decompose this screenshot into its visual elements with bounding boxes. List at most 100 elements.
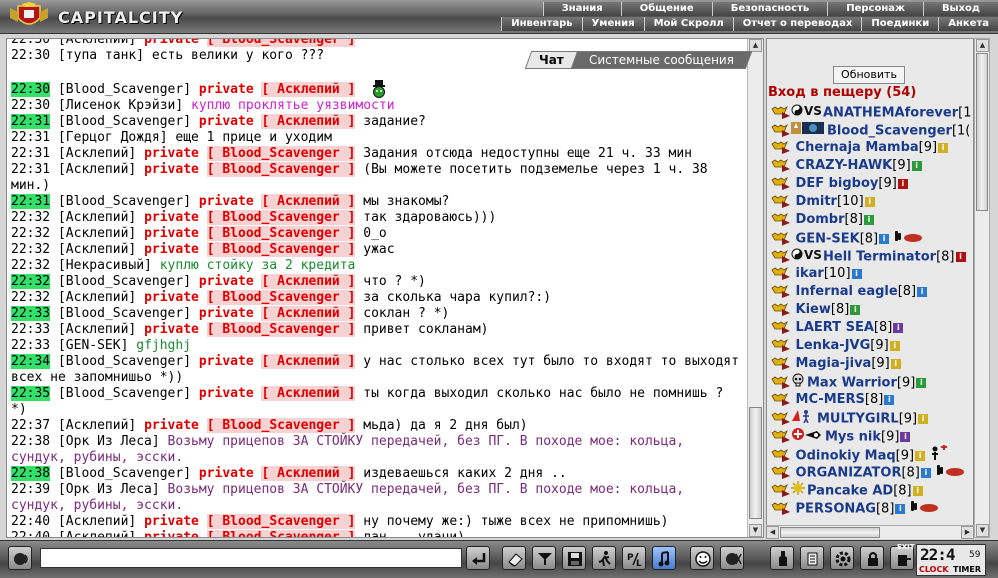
message-nick[interactable]: [Асклепий] — [58, 290, 136, 305]
user-info-icon[interactable]: i — [893, 322, 904, 333]
private-target[interactable]: [ Blood_Scavenger ] — [206, 322, 356, 337]
clear-chat-button[interactable] — [502, 546, 526, 570]
clock-widget[interactable]: 22:4 59 CLOCK TIMER — [916, 544, 986, 576]
menu-character[interactable]: Персонаж — [827, 2, 923, 16]
chat-scroll-down-icon[interactable]: ▼ — [749, 524, 762, 537]
user-row[interactable]: MULTYGIRL[9] i — [771, 409, 973, 427]
private-tag[interactable]: private [ Blood_Scavenger ] — [144, 242, 356, 257]
user-name[interactable]: Max Warrior — [807, 376, 897, 391]
user-list-hscrollbar[interactable]: ◀ ▶ — [766, 525, 974, 539]
user-row[interactable]: Mys nik[9] i — [771, 427, 973, 445]
menu-security[interactable]: Безопасность — [711, 2, 828, 16]
user-hscroll-thumb[interactable] — [780, 527, 880, 538]
private-target[interactable]: [ Blood_Scavenger ] — [206, 418, 356, 433]
sound-button[interactable] — [652, 546, 676, 570]
private-message-icon[interactable] — [771, 448, 791, 463]
private-message-icon[interactable] — [771, 302, 791, 317]
user-row[interactable]: Lenka-JVG[9] i — [771, 337, 973, 355]
user-row[interactable]: VS Hell Terminator[8] i — [771, 247, 973, 265]
smiles-button[interactable] — [690, 546, 714, 570]
private-target[interactable]: [ Blood_Scavenger ] — [206, 210, 356, 225]
message-nick[interactable]: [Асклепий] — [58, 162, 136, 177]
user-name[interactable]: Odinokiy Maq — [796, 449, 896, 464]
user-scroll-up-icon[interactable]: ▲ — [976, 39, 989, 52]
menu-profile[interactable]: Анкета — [938, 17, 998, 31]
message-nick[interactable]: [Blood_Scavenger] — [58, 386, 191, 401]
private-tag[interactable]: private [ Blood_Scavenger ] — [144, 418, 356, 433]
user-row[interactable]: DEF bigboy[9] i — [771, 175, 973, 193]
user-row[interactable]: CRAZY-HAWK[9] i — [771, 157, 973, 175]
refresh-button[interactable]: Обновить — [833, 66, 905, 84]
user-info-icon[interactable]: i — [863, 214, 874, 225]
user-name[interactable]: Kiew — [796, 302, 831, 317]
timer-label[interactable]: TIMER — [953, 565, 981, 574]
user-info-icon[interactable]: i — [915, 451, 926, 461]
private-message-icon[interactable] — [771, 123, 791, 138]
user-name[interactable]: Infernal eagle — [796, 284, 898, 299]
speaker-off-button[interactable] — [720, 546, 744, 570]
user-name[interactable]: GEN-SEK — [796, 232, 860, 247]
private-tag[interactable]: private [ Асклепий ] — [199, 306, 356, 321]
message-nick[interactable]: [Асклепий] — [58, 39, 136, 47]
user-name[interactable]: Dmitr — [796, 194, 837, 209]
user-info-icon[interactable]: i — [920, 468, 931, 478]
private-tag[interactable]: private [ Blood_Scavenger ] — [144, 530, 356, 537]
user-info-icon[interactable]: i — [864, 196, 875, 207]
private-message-icon[interactable] — [771, 266, 791, 281]
private-tag[interactable]: private [ Blood_Scavenger ] — [144, 290, 356, 305]
private-message-icon[interactable] — [771, 158, 791, 173]
user-name[interactable]: ORGANIZATOR — [796, 466, 902, 481]
private-message-icon[interactable] — [771, 176, 791, 191]
message-nick[interactable]: [Blood_Scavenger] — [58, 82, 191, 97]
message-nick[interactable]: [Blood_Scavenger] — [58, 354, 191, 369]
private-message-icon[interactable] — [771, 465, 791, 480]
message-nick[interactable]: [GEN-SEK] — [58, 338, 128, 353]
menu-knowledge[interactable]: Знания — [542, 2, 621, 16]
user-name[interactable]: Mys nik — [825, 430, 881, 445]
menu-my-scroll[interactable]: Мой Скролл — [643, 17, 733, 31]
private-target[interactable]: [ Blood_Scavenger ] — [206, 39, 356, 47]
menu-skills[interactable]: Умения — [581, 17, 644, 31]
user-scroll-left-icon[interactable]: ◀ — [766, 526, 779, 539]
user-info-icon[interactable]: i — [917, 286, 928, 297]
user-info-icon[interactable]: i — [851, 268, 862, 279]
user-info-icon[interactable]: i — [916, 378, 927, 388]
user-info-icon[interactable]: i — [911, 160, 922, 171]
private-target[interactable]: [ Асклепий ] — [261, 354, 356, 369]
tab-system-messages[interactable]: Системные сообщения — [570, 51, 753, 69]
private-target[interactable]: [ Blood_Scavenger ] — [206, 162, 356, 177]
private-target[interactable]: [ Асклепий ] — [261, 274, 356, 289]
private-message-icon[interactable] — [771, 105, 791, 120]
user-row[interactable]: VS ANATHEMAforever[1 — [771, 103, 973, 121]
user-row[interactable]: Infernal eagle[8] i — [771, 283, 973, 301]
message-nick[interactable]: [Асклепий] — [58, 210, 136, 225]
private-target[interactable]: [ Blood_Scavenger ] — [206, 290, 356, 305]
message-nick[interactable]: [Некрасивый] — [58, 258, 152, 273]
private-tag[interactable]: private [ Blood_Scavenger ] — [144, 226, 356, 241]
private-message-icon[interactable] — [771, 249, 791, 264]
send-button[interactable] — [466, 546, 490, 570]
private-message-icon[interactable] — [771, 320, 791, 335]
filter-button[interactable] — [532, 546, 556, 570]
user-info-icon[interactable]: i — [889, 340, 900, 351]
private-target[interactable]: [ Blood_Scavenger ] — [206, 146, 356, 161]
private-target[interactable]: [ Blood_Scavenger ] — [206, 226, 356, 241]
user-name[interactable]: LAERT SEA — [796, 320, 874, 335]
private-tag[interactable]: private [ Асклепий ] — [199, 354, 356, 369]
message-nick[interactable]: [Асклепий] — [58, 146, 136, 161]
chat-scroll-thumb[interactable] — [749, 407, 762, 519]
user-info-icon[interactable]: i — [895, 504, 906, 514]
message-nick[interactable]: [Асклепий] — [58, 322, 136, 337]
private-target[interactable]: [ Асклепий ] — [261, 82, 356, 97]
message-nick[interactable]: [Blood_Scavenger] — [58, 114, 191, 129]
private-tag[interactable]: private [ Blood_Scavenger ] — [144, 514, 356, 529]
message-nick[interactable]: [Асклепий] — [58, 242, 136, 257]
message-nick[interactable]: [тупа танк] — [58, 48, 144, 63]
private-tag[interactable]: private [ Blood_Scavenger ] — [144, 39, 356, 47]
menu-exit[interactable]: Выход — [922, 2, 998, 16]
user-scroll-right-icon[interactable]: ▶ — [961, 526, 974, 539]
translit-button[interactable]: РL — [622, 546, 646, 570]
message-nick[interactable]: [Blood_Scavenger] — [58, 466, 191, 481]
user-info-icon[interactable]: i — [900, 432, 911, 442]
message-nick[interactable]: [Асклепий] — [58, 514, 136, 529]
